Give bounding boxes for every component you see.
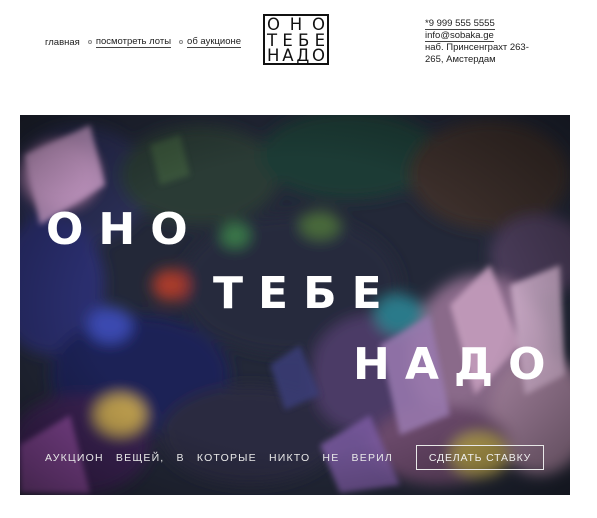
contact-block: *9 999 555 5555 info@sobaka.ge наб. Прин…	[425, 18, 529, 66]
email-link[interactable]: info@sobaka.ge	[425, 31, 494, 42]
hero-title-word-2: ТЕБЕ	[213, 268, 397, 319]
bullet-icon	[179, 40, 184, 44]
address-line-1: наб. Принсенграхт 263-	[425, 42, 529, 53]
phone-link[interactable]: *9 999 555 5555	[425, 19, 495, 30]
nav-view-lots[interactable]: посмотреть лоты	[95, 36, 172, 48]
nav-home[interactable]: главная	[45, 37, 80, 48]
place-bid-button[interactable]: СДЕЛАТЬ СТАВКУ	[416, 445, 544, 470]
address-line-2: 265, Амстердам	[425, 54, 496, 65]
logo-row-3: Н А Д О	[267, 46, 325, 65]
nav-about-auction[interactable]: об аукционе	[187, 36, 242, 48]
main-nav: главная посмотреть лоты об аукционе	[45, 36, 242, 48]
hero-banner: ОНО ТЕБЕ НАДО АУКЦИОН ВЕЩЕЙ, В КОТОРЫЕ Н…	[20, 115, 570, 495]
hero-title-word-3: НАДО	[353, 339, 561, 390]
site-logo[interactable]: О Н О Т Е Б Е Н А Д О	[263, 14, 329, 65]
bullet-icon	[87, 40, 92, 44]
hero-tagline: АУКЦИОН ВЕЩЕЙ, В КОТОРЫЕ НИКТО НЕ ВЕРИЛ	[45, 452, 393, 464]
logo-row-1: О Н О	[267, 15, 325, 34]
hero-title-word-1: ОНО	[46, 204, 203, 255]
